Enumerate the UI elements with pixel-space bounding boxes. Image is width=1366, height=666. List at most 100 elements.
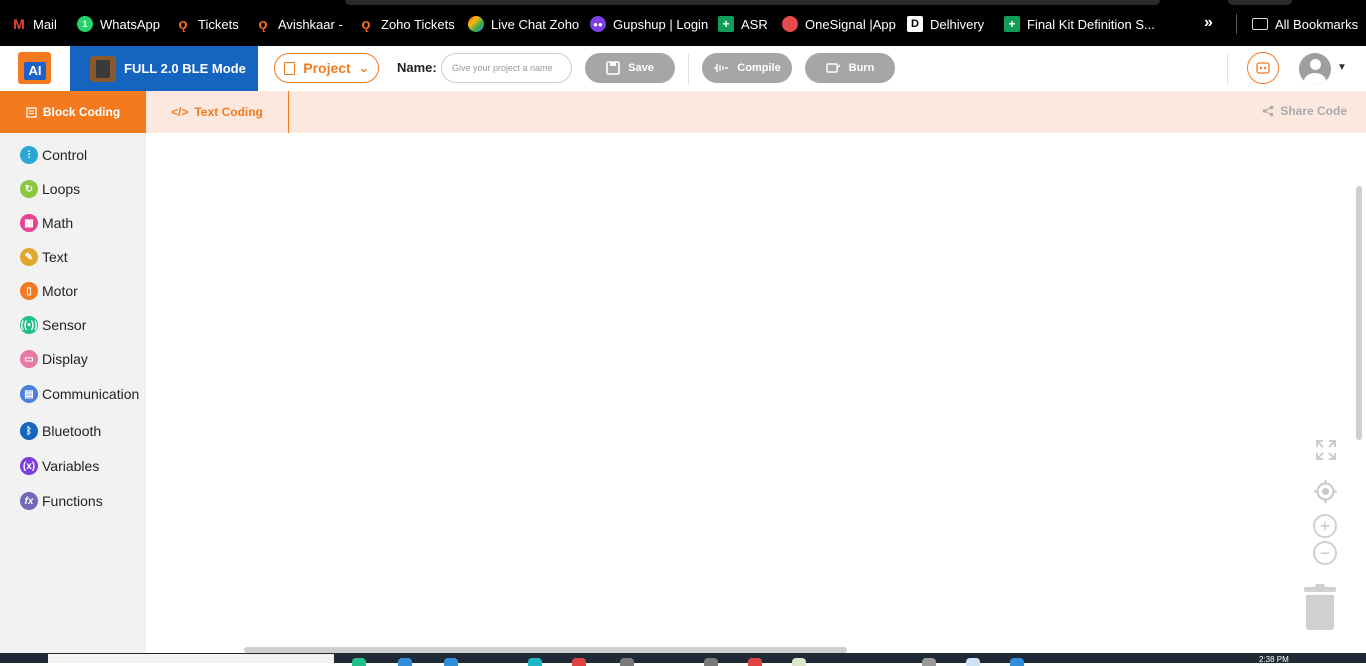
delhivery-icon: D (907, 16, 923, 32)
os-taskbar: 2:38 PM (0, 653, 1366, 666)
fullscreen-icon[interactable] (1315, 439, 1337, 461)
zoom-in-button[interactable]: + (1313, 514, 1337, 538)
control-icon: ⫶ (20, 146, 38, 164)
category-functions[interactable]: fx Functions (20, 491, 103, 511)
zoom-out-button[interactable]: − (1313, 541, 1337, 565)
user-avatar[interactable] (1299, 53, 1331, 85)
taskbar-app-icon[interactable] (620, 658, 634, 666)
user-menu-caret-icon[interactable]: ▼ (1337, 62, 1347, 73)
folder-icon (1252, 18, 1268, 30)
motor-icon: ▯ (20, 282, 38, 300)
taskbar-app-icon[interactable] (792, 658, 806, 666)
taskbar-app-icon[interactable] (922, 658, 936, 666)
category-display[interactable]: ▭ Display (20, 349, 88, 369)
taskbar-app-icon[interactable] (352, 658, 366, 666)
share-icon (1263, 105, 1274, 117)
bookmark-whatsapp[interactable]: 1 WhatsApp (77, 14, 160, 34)
block-workspace-canvas[interactable] (146, 133, 1366, 653)
robot-help-icon (1256, 62, 1270, 74)
category-loops[interactable]: ↻ Loops (20, 179, 80, 199)
target-icon (1314, 480, 1337, 503)
category-math[interactable]: ▦ Math (20, 213, 73, 233)
category-bluetooth[interactable]: ᛒ Bluetooth (20, 421, 101, 441)
trash-body (1306, 595, 1334, 630)
chevron-down-icon: ⌄ (358, 61, 369, 75)
bookmarks-overflow-button[interactable]: » (1204, 14, 1213, 32)
bookmark-final-kit[interactable]: + Final Kit Definition S... (1004, 14, 1155, 34)
bookmark-asr[interactable]: + ASR (718, 14, 768, 34)
taskbar-app-icon[interactable] (398, 658, 412, 666)
taskbar-search[interactable] (48, 654, 334, 663)
taskbar-app-icon[interactable] (572, 658, 586, 666)
zoho-icon: ǫ (178, 15, 188, 33)
block-category-sidebar: ⫶ Control ↻ Loops ▦ Math ✎ Text ▯ Motor … (0, 133, 146, 653)
share-code-button[interactable]: Share Code (1262, 104, 1347, 118)
category-variables[interactable]: (x) Variables (20, 456, 99, 476)
function-icon: fx (20, 492, 38, 510)
block-icon (26, 106, 37, 118)
mode-label: FULL 2.0 BLE Mode (124, 61, 246, 76)
text-edit-icon: ✎ (20, 248, 38, 266)
bookmark-delhivery[interactable]: D Delhivery (907, 14, 984, 34)
workspace-vertical-scrollbar[interactable] (1356, 186, 1362, 440)
project-label: Project (303, 60, 351, 76)
variables-icon: (x) (20, 457, 38, 475)
bookmarks-bar: M Mail 1 WhatsApp ǫ Tickets ǫ Avishkaar … (0, 0, 1366, 46)
zoho-icon: ǫ (258, 15, 268, 33)
app-header: AI FULL 2.0 BLE Mode Project ⌄ Name: Sav… (0, 46, 1366, 92)
bookmark-onesignal[interactable]: OneSignal |App (782, 14, 896, 34)
coding-tabs-bar: Block Coding </> Text Coding Share Code (0, 91, 1366, 133)
name-label: Name: (397, 60, 437, 75)
compile-button[interactable]: Compile (702, 53, 792, 83)
gmail-icon: M (13, 16, 25, 32)
bookmark-avishkaar[interactable]: ǫ Avishkaar - (255, 14, 342, 34)
header-divider-right (1227, 54, 1228, 84)
taskbar-app-icon[interactable] (748, 658, 762, 666)
communication-icon: ▤ (20, 385, 38, 403)
bookmark-zoho-tickets[interactable]: ǫ Zoho Tickets (358, 14, 454, 34)
expand-icon (1316, 440, 1336, 460)
taskbar-app-icon[interactable] (966, 658, 980, 666)
category-motor[interactable]: ▯ Motor (20, 281, 78, 301)
taskbar-app-icon[interactable] (1010, 658, 1024, 666)
bookmarks-divider (1236, 14, 1237, 34)
bookmark-live-chat-zoho[interactable]: Live Chat Zoho (468, 14, 579, 34)
bookmark-tickets[interactable]: ǫ Tickets (175, 14, 238, 34)
taskbar-app-icon[interactable] (444, 658, 458, 666)
tab-text-coding[interactable]: </> Text Coding (146, 91, 289, 133)
trash-icon[interactable] (1304, 584, 1336, 630)
burn-button[interactable]: Burn (805, 53, 895, 83)
calculator-icon: ▦ (20, 214, 38, 232)
logo-text: AI (24, 62, 46, 80)
browser-tab-edge-right (1228, 0, 1292, 5)
browser-tab-edge (345, 0, 1160, 5)
zoho-icon: ǫ (361, 15, 371, 33)
recenter-icon[interactable] (1313, 479, 1338, 504)
all-bookmarks-button[interactable]: All Bookmarks (1252, 14, 1358, 34)
taskbar-app-icon[interactable] (528, 658, 542, 666)
category-control[interactable]: ⫶ Control (20, 145, 87, 165)
category-text[interactable]: ✎ Text (20, 247, 68, 267)
compile-icon (714, 64, 729, 72)
mode-indicator[interactable]: FULL 2.0 BLE Mode (70, 46, 258, 91)
app-logo[interactable]: AI (18, 52, 51, 84)
project-name-input[interactable] (441, 53, 572, 83)
save-button[interactable]: Save (585, 53, 675, 83)
loop-icon: ↻ (20, 180, 38, 198)
display-icon: ▭ (20, 350, 38, 368)
bookmark-gupshup[interactable]: ●● Gupshup | Login (590, 14, 708, 34)
sheets-icon: + (718, 16, 734, 32)
whatsapp-icon: 1 (77, 16, 93, 32)
bookmark-mail[interactable]: M Mail (12, 14, 57, 34)
category-communication[interactable]: ▤ Communication (20, 384, 139, 404)
chat-icon (468, 16, 484, 32)
taskbar-app-icon[interactable] (704, 658, 718, 666)
category-sensor[interactable]: ((•)) Sensor (20, 315, 86, 335)
project-dropdown-button[interactable]: Project ⌄ (274, 53, 379, 83)
gupshup-icon: ●● (590, 16, 606, 32)
assistant-icon[interactable] (1247, 52, 1279, 84)
tab-block-coding[interactable]: Block Coding (0, 91, 146, 133)
sheets-icon: + (1004, 16, 1020, 32)
burn-icon (825, 63, 841, 73)
header-divider (688, 54, 689, 84)
